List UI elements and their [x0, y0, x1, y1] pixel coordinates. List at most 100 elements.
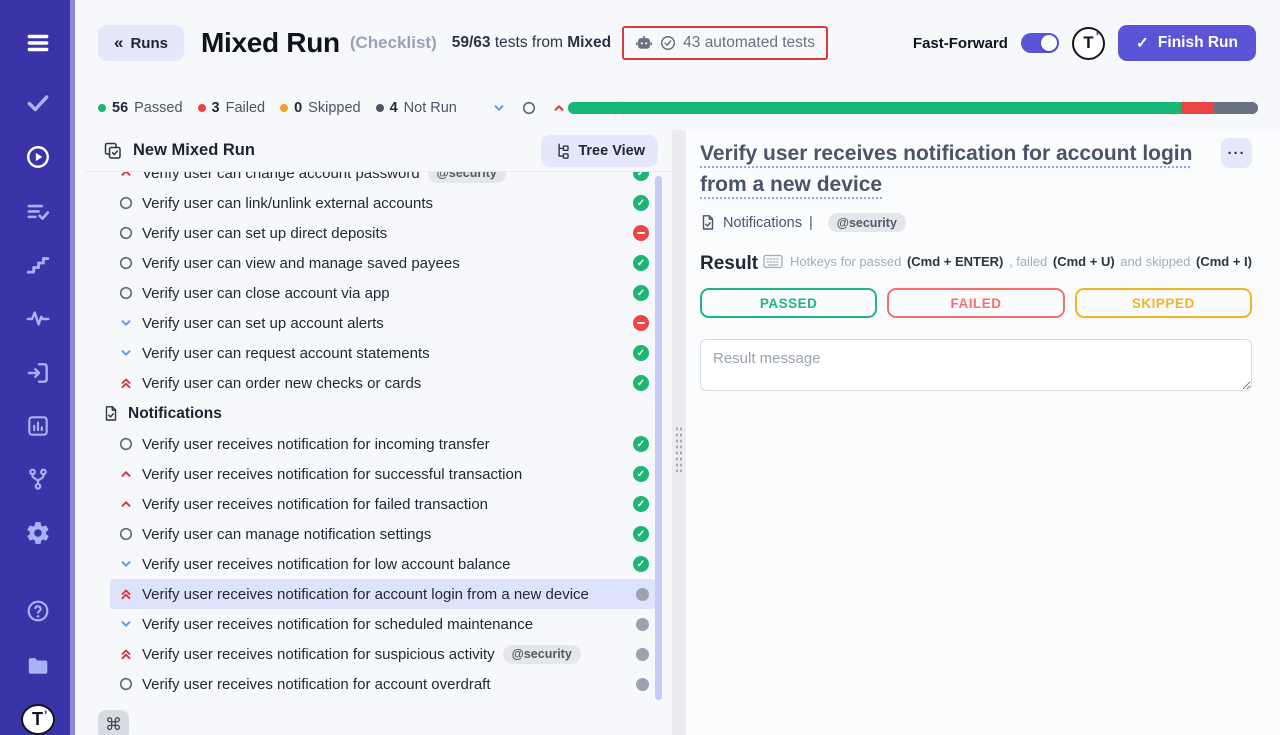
hotkey-text: (Cmd + U)	[1053, 254, 1115, 269]
back-to-runs-button[interactable]: « Runs	[98, 25, 184, 61]
status-dot-icon	[280, 104, 288, 112]
security-tag-badge[interactable]: @security	[828, 213, 906, 232]
sidebar-item-menu[interactable]	[24, 29, 52, 57]
suite-row[interactable]: Notifications	[85, 398, 655, 429]
back-button-label: Runs	[130, 35, 168, 52]
stat-passed: 56Passed	[98, 100, 183, 116]
test-title-link[interactable]: Verify user receives notification for ac…	[700, 142, 1192, 196]
robot-icon	[635, 35, 653, 51]
result-skipped-button[interactable]: SKIPPED	[1075, 288, 1252, 318]
test-row[interactable]: Verify user receives notification for su…	[110, 639, 655, 669]
test-row[interactable]: Verify user can set up direct deposits	[110, 218, 655, 248]
pane-resizer[interactable]	[672, 130, 686, 735]
automated-tests-badge[interactable]: 43 automated tests	[622, 26, 828, 60]
status-failed-icon	[633, 225, 649, 241]
content: New Mixed Run Tree View Verify user can …	[75, 130, 1280, 735]
result-row: Result Hotkeys for passed (Cmd + ENTER) …	[700, 253, 1252, 275]
stats-items: 56Passed3Failed0Skipped4Not Run	[98, 100, 472, 116]
fast-forward-toggle[interactable]	[1021, 33, 1059, 53]
progress-segment-failed	[1181, 102, 1214, 114]
test-row[interactable]: Verify user receives notification for su…	[110, 459, 655, 489]
test-label: Verify user receives notification for in…	[142, 436, 490, 453]
status-passed-icon: ✓	[633, 255, 649, 271]
status-notrun-icon	[636, 648, 649, 661]
test-row[interactable]: Verify user can manage notification sett…	[110, 519, 655, 549]
sidebar-item-folder[interactable]	[24, 652, 52, 680]
finish-run-label: Finish Run	[1158, 34, 1238, 52]
test-row[interactable]: Verify user can set up account alerts	[110, 308, 655, 338]
test-row[interactable]: Verify user receives notification for ac…	[110, 669, 655, 699]
test-row[interactable]: Verify user receives notification for lo…	[110, 549, 655, 579]
priority-low-icon	[118, 315, 134, 331]
breadcrumb-section[interactable]: Notifications	[723, 215, 802, 231]
test-list-pane: New Mixed Run Tree View Verify user can …	[85, 130, 670, 735]
toggle-knob	[1041, 35, 1057, 51]
sidebar-item-check[interactable]	[24, 89, 52, 117]
hotkey-text: and skipped	[1117, 254, 1194, 269]
sidebar-item-gear[interactable]	[24, 519, 52, 547]
test-row[interactable]: Verify user receives notification for in…	[110, 429, 655, 459]
status-passed-icon: ✓	[633, 436, 649, 452]
priority-none-icon	[118, 676, 134, 692]
test-label: Verify user receives notification for ac…	[142, 676, 491, 693]
tree-view-label: Tree View	[578, 143, 645, 159]
app-window: T « Runs Mixed Run (Checklist) 59/63 tes…	[0, 0, 1280, 735]
priority-low-icon	[118, 345, 134, 361]
status-passed-icon: ✓	[633, 375, 649, 391]
test-row[interactable]: Verify user can order new checks or card…	[110, 368, 655, 398]
finish-run-button[interactable]: ✓ Finish Run	[1118, 25, 1256, 61]
testomat-logo-icon[interactable]: T	[1072, 27, 1105, 60]
test-rows: Verify user can change account password@…	[85, 172, 655, 735]
priority-none-icon	[118, 195, 134, 211]
status-passed-icon: ✓	[633, 496, 649, 512]
topbar-right: Fast-Forward T ✓ Finish Run	[913, 0, 1256, 86]
result-failed-button[interactable]: FAILED	[887, 288, 1064, 318]
command-key-badge[interactable]: ⌘	[98, 710, 129, 735]
tests-count: 59/63	[452, 34, 491, 51]
status-notrun-icon	[636, 618, 649, 631]
result-message-input[interactable]	[700, 339, 1252, 391]
status-notrun-icon	[636, 588, 649, 601]
test-label: Verify user receives notification for sc…	[142, 616, 533, 633]
chevron-up-icon[interactable]	[551, 100, 568, 117]
test-label: Verify user receives notification for lo…	[142, 556, 511, 573]
sidebar-item-bar-chart[interactable]	[24, 412, 52, 440]
test-row[interactable]: Verify user can view and manage saved pa…	[110, 248, 655, 278]
test-row[interactable]: Verify user receives notification for fa…	[110, 489, 655, 519]
test-label: Verify user can manage notification sett…	[142, 526, 431, 543]
result-heading: Result	[700, 253, 758, 275]
document-check-icon	[103, 405, 119, 422]
sidebar-item-play-circle[interactable]	[24, 143, 52, 171]
status-passed-icon: ✓	[633, 526, 649, 542]
test-row[interactable]: Verify user receives notification for ac…	[110, 579, 655, 609]
test-row[interactable]: Verify user can request account statemen…	[110, 338, 655, 368]
test-label: Verify user can link/unlink external acc…	[142, 195, 433, 212]
sidebar-item-sign-in[interactable]	[24, 359, 52, 387]
test-row[interactable]: Verify user can change account password@…	[110, 172, 655, 188]
test-label: Verify user receives notification for su…	[142, 466, 522, 483]
priority-none-icon	[118, 526, 134, 542]
sidebar-item-git-branch[interactable]	[24, 465, 52, 493]
tree-view-button[interactable]: Tree View	[541, 135, 658, 167]
priority-none-icon	[118, 225, 134, 241]
list-scrollbar[interactable]	[655, 176, 662, 700]
chevron-down-icon[interactable]	[491, 100, 508, 117]
priority-critical-icon	[118, 375, 134, 391]
test-row[interactable]: Verify user receives notification for sc…	[110, 609, 655, 639]
status-passed-icon: ✓	[633, 556, 649, 572]
result-passed-button[interactable]: PASSED	[700, 288, 877, 318]
hotkey-text: Hotkeys for passed	[790, 254, 905, 269]
testomat-logo-icon[interactable]: T	[21, 704, 55, 735]
progress-segment-passed	[568, 102, 1181, 114]
test-label: Verify user can set up direct deposits	[142, 225, 387, 242]
sidebar-item-activity[interactable]	[24, 305, 52, 333]
circle-outline-icon[interactable]	[521, 100, 538, 117]
sidebar-item-steps[interactable]	[24, 250, 52, 278]
document-check-icon	[700, 214, 716, 231]
sidebar-item-list-check[interactable]	[24, 198, 52, 226]
test-row[interactable]: Verify user can link/unlink external acc…	[110, 188, 655, 218]
test-row[interactable]: Verify user can close account via app✓	[110, 278, 655, 308]
more-options-button[interactable]: ···	[1221, 138, 1252, 168]
sidebar-item-help[interactable]	[24, 597, 52, 625]
priority-none-icon	[118, 255, 134, 271]
